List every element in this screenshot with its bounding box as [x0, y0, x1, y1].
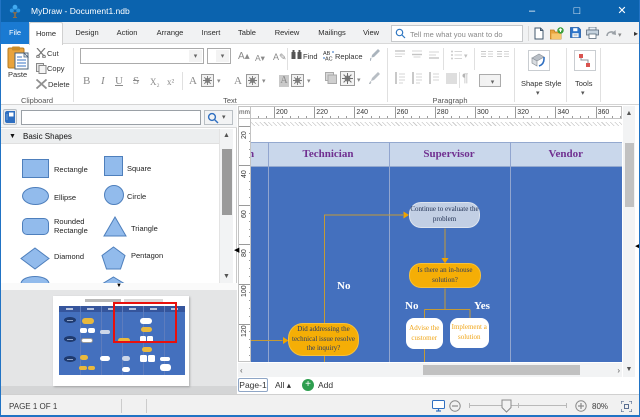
svg-text:AC: AC — [325, 57, 333, 62]
